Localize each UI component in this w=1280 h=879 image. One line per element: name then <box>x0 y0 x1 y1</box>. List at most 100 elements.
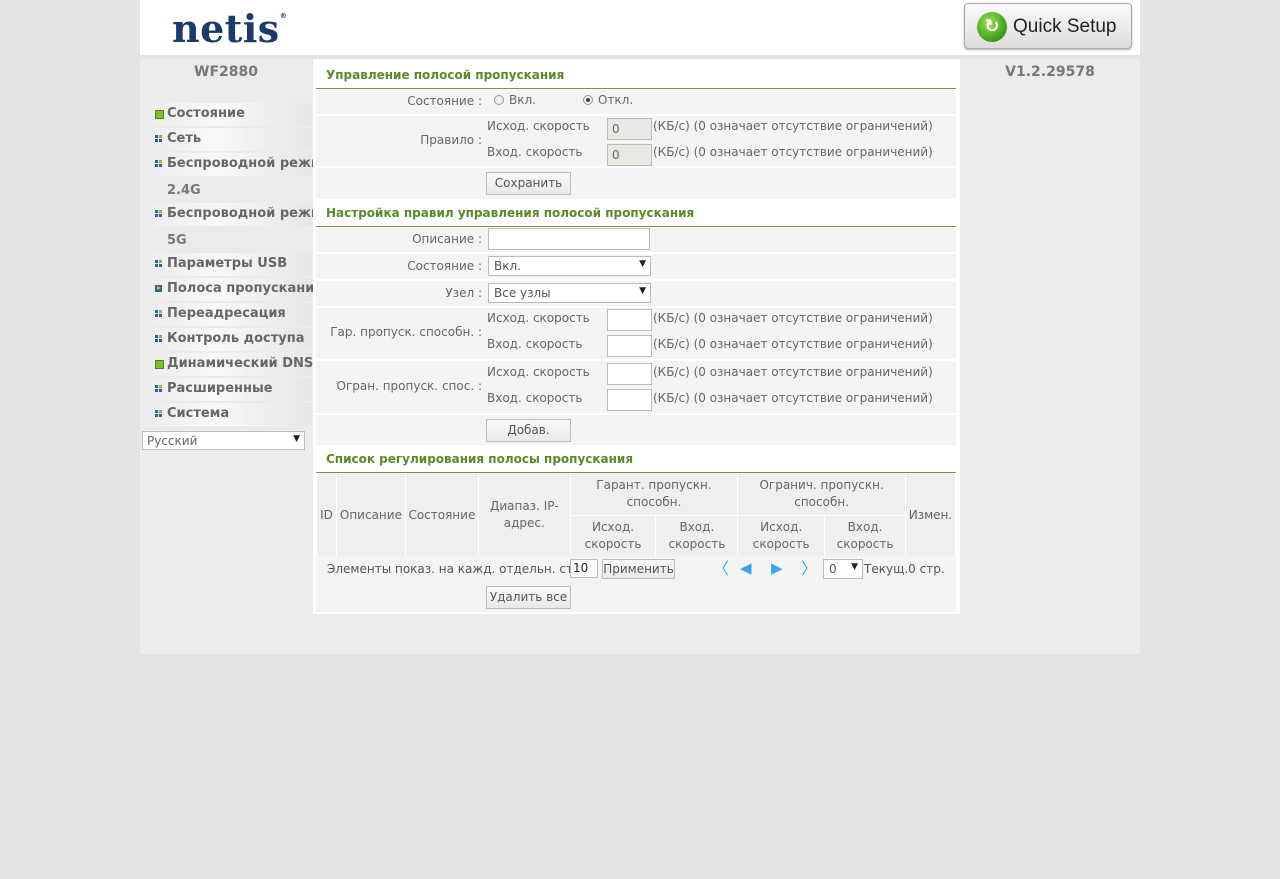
row-description: Описание : <box>316 228 956 252</box>
section-title-rule-settings: Настройка правил управления полосой проп… <box>326 206 695 220</box>
rule-state-select[interactable]: Вкл. ▼ <box>488 256 651 276</box>
quick-setup-label: Quick Setup <box>1013 16 1117 37</box>
node-select[interactable]: Все узлы ▼ <box>488 283 651 303</box>
row-save: Сохранить <box>316 168 956 199</box>
col-limit: Огранич. пропускн. способн. <box>737 473 906 516</box>
col-description: Описание <box>335 473 406 557</box>
apply-button[interactable]: Применить <box>602 559 675 579</box>
content-area: WF2880 Состояние Сеть Беспроводной режим… <box>140 59 1140 654</box>
description-input[interactable] <box>488 228 650 250</box>
row-limit: Огран. пропуск. спос. : Исход. скорость … <box>316 361 956 413</box>
col-limit-down: Вход. скорость <box>824 514 906 557</box>
current-page-text: Текущ.0 стр. <box>864 562 945 576</box>
guaranteed-upload-input[interactable] <box>607 309 652 331</box>
radio-on-label: Вкл. <box>509 93 536 107</box>
chevron-down-icon: ▼ <box>293 434 300 444</box>
grid-icon <box>155 160 163 168</box>
next-page-icon[interactable]: ▶ <box>771 560 783 576</box>
divider <box>316 226 956 227</box>
row-state: Состояние : Вкл. Откл. <box>316 90 956 114</box>
download-label: Вход. скорость <box>487 145 583 159</box>
sidebar-item-system[interactable]: Система <box>140 403 312 426</box>
unit-note: (КБ/с) (0 означает отсутствие ограничени… <box>653 145 933 159</box>
limit-label: Огран. пропуск. спос. : <box>336 379 482 393</box>
upload-label: Исход. скорость <box>487 365 590 379</box>
radio-off-label: Откл. <box>598 93 634 107</box>
quick-setup-button[interactable]: ↻ Quick Setup <box>964 3 1132 49</box>
col-guaranteed: Гарант. пропускн. способн. <box>569 473 739 516</box>
page-select[interactable]: 0 ▼ <box>823 559 863 579</box>
row-node: Узел : Все узлы ▼ <box>316 281 956 306</box>
col-limit-up: Исход. скорость <box>737 514 826 557</box>
unit-note: (КБ/с) (0 означает отсутствие ограничени… <box>653 337 933 351</box>
limit-download-input[interactable] <box>607 389 652 411</box>
first-page-icon[interactable]: 〈 <box>713 561 729 577</box>
grid-icon <box>155 210 163 218</box>
refresh-arrow-icon: ↻ <box>977 12 1007 42</box>
unit-note: (КБ/с) (0 означает отсутствие ограничени… <box>653 119 933 133</box>
sidebar-item-forwarding[interactable]: Переадресация <box>140 303 312 326</box>
rule-list-table: ID Описание Состояние Диапаз. IP-адрес. … <box>316 473 957 557</box>
per-page-input[interactable]: 10 <box>570 559 598 578</box>
upload-speed-input[interactable]: 0 <box>607 118 652 140</box>
grid-icon <box>155 135 163 143</box>
arrow-right-icon <box>155 285 162 292</box>
sidebar-item-network[interactable]: Сеть <box>140 128 312 151</box>
sidebar-sub-24g[interactable]: 2.4G <box>167 183 201 198</box>
col-edit: Измен. <box>904 473 957 557</box>
col-ip-range: Диапаз. IP-адрес. <box>477 473 571 557</box>
limit-upload-input[interactable] <box>607 363 652 385</box>
grid-icon <box>155 260 163 268</box>
description-label: Описание : <box>412 232 482 246</box>
sidebar-item-access-control[interactable]: Контроль доступа <box>140 328 312 351</box>
row-rule-state: Состояние : Вкл. ▼ <box>316 254 956 279</box>
chevron-down-icon: ▼ <box>851 562 858 572</box>
green-square-icon <box>155 360 164 369</box>
model-name: WF2880 <box>194 64 258 80</box>
download-label: Вход. скорость <box>487 391 583 405</box>
grid-icon <box>155 335 163 343</box>
download-speed-input[interactable]: 0 <box>607 144 652 166</box>
sidebar-item-advanced[interactable]: Расширенные <box>140 378 312 401</box>
add-button[interactable]: Добав. <box>486 419 571 442</box>
sidebar-item-usb[interactable]: Параметры USB <box>140 253 312 276</box>
section-title-bandwidth-control: Управление полосой пропускания <box>326 68 565 82</box>
sidebar-sub-5g[interactable]: 5G <box>167 233 187 248</box>
unit-note: (КБ/с) (0 означает отсутствие ограничени… <box>653 311 933 325</box>
firmware-version: V1.2.29578 <box>1005 64 1095 80</box>
row-add: Добав. <box>316 415 956 445</box>
green-square-icon <box>155 110 164 119</box>
section-title-rule-list: Список регулирования полосы пропускания <box>326 452 634 466</box>
grid-icon <box>155 310 163 318</box>
sidebar-item-wireless-5[interactable]: Беспроводной режим <box>140 203 331 226</box>
guaranteed-download-input[interactable] <box>607 335 652 357</box>
sidebar-item-ddns[interactable]: Динамический DNS <box>140 353 313 376</box>
last-page-icon[interactable]: 〉 <box>801 561 817 577</box>
chevron-down-icon: ▼ <box>639 259 646 269</box>
save-button[interactable]: Сохранить <box>486 172 571 195</box>
sidebar-item-status[interactable]: Состояние <box>140 103 312 126</box>
upload-label: Исход. скорость <box>487 119 590 133</box>
row-rule: Правило : Исход. скорость 0 (КБ/с) (0 оз… <box>316 116 956 166</box>
row-pager: Элементы показ. на кажд. отдельн. стр. 1… <box>316 556 956 612</box>
col-guaranteed-down: Вход. скорость <box>655 514 739 557</box>
chevron-down-icon: ▼ <box>639 286 646 296</box>
sidebar-item-bandwidth[interactable]: Полоса пропускания <box>140 278 323 301</box>
guaranteed-label: Гар. пропуск. способн. : <box>330 325 482 339</box>
language-select[interactable]: Русский ▼ <box>142 431 305 450</box>
state-label: Состояние : <box>407 94 482 108</box>
grid-icon <box>155 410 163 418</box>
delete-all-button[interactable]: Удалить все <box>486 586 571 609</box>
download-label: Вход. скорость <box>487 337 583 351</box>
col-id: ID <box>316 473 337 557</box>
prev-page-icon[interactable]: ◀ <box>740 560 752 576</box>
sidebar-item-wireless-24[interactable]: Беспроводной режим <box>140 153 331 176</box>
main-panel: Управление полосой пропускания Состояние… <box>313 59 960 614</box>
header: netis® ↻ Quick Setup <box>140 0 1140 55</box>
per-page-label: Элементы показ. на кажд. отдельн. стр. <box>327 562 585 576</box>
radio-on[interactable] <box>494 95 504 105</box>
radio-off[interactable] <box>583 95 593 105</box>
unit-note: (КБ/с) (0 означает отсутствие ограничени… <box>653 391 933 405</box>
unit-note: (КБ/с) (0 означает отсутствие ограничени… <box>653 365 933 379</box>
rule-state-label: Состояние : <box>407 259 482 273</box>
